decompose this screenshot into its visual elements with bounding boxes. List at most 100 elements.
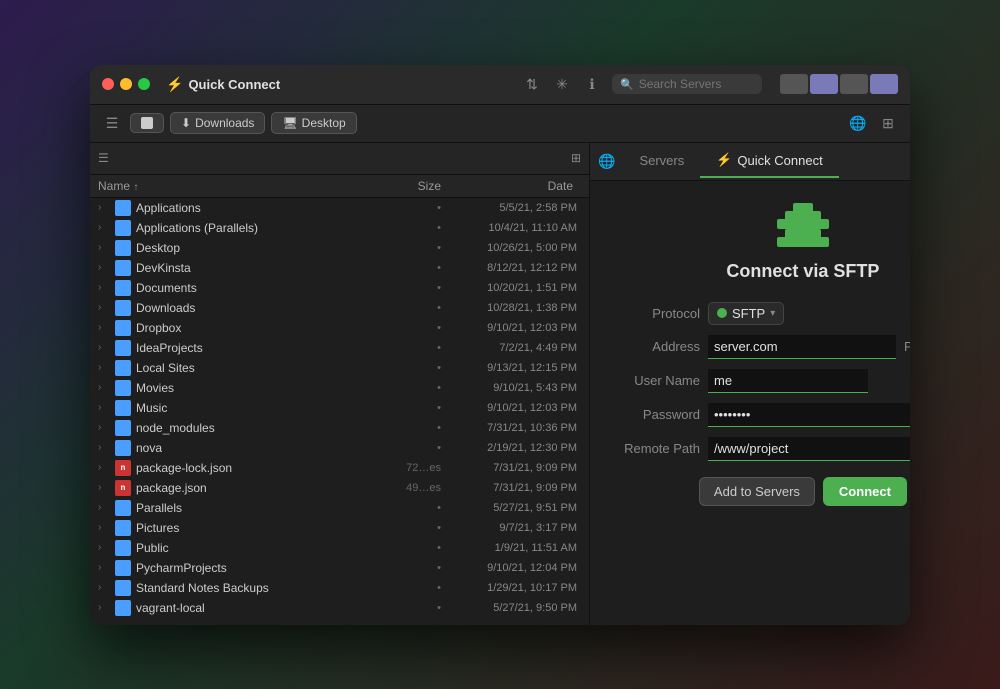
snowflake-icon[interactable]: ✳ — [552, 76, 572, 93]
row-chevron-icon: › — [98, 482, 110, 493]
file-list[interactable]: ›Applications•5/5/21, 2:58 PM›Applicatio… — [90, 198, 589, 625]
list-item[interactable]: ›Downloads•10/28/21, 1:38 PM — [90, 298, 589, 318]
list-item[interactable]: ›Dropbox•9/10/21, 12:03 PM — [90, 318, 589, 338]
file-list-icon[interactable]: ☰ — [98, 151, 109, 165]
file-date: 9/10/21, 12:03 PM — [441, 322, 581, 334]
sftp-content: Connect via SFTP Protocol SFTP ▾ Address — [590, 181, 910, 625]
downloads-button[interactable]: ⬇ Downloads — [170, 112, 265, 134]
path-input[interactable] — [115, 151, 565, 165]
file-date: 5/27/21, 9:50 PM — [441, 602, 581, 614]
list-item[interactable]: ›PycharmProjects•9/10/21, 12:04 PM — [90, 558, 589, 578]
list-item[interactable]: ›Standard Notes Backups•1/29/21, 10:17 P… — [90, 578, 589, 598]
row-chevron-icon: › — [98, 262, 110, 273]
address-input[interactable] — [708, 335, 896, 359]
list-item[interactable]: ›Public•1/9/21, 11:51 AM — [90, 538, 589, 558]
file-name: Downloads — [136, 301, 381, 315]
row-chevron-icon: › — [98, 602, 110, 613]
file-size: • — [381, 402, 441, 414]
add-to-servers-button[interactable]: Add to Servers — [699, 477, 815, 506]
list-item[interactable]: ›node_modules•7/31/21, 10:36 PM — [90, 418, 589, 438]
list-item[interactable]: ›npackage-lock.json72…es7/31/21, 9:09 PM — [90, 458, 589, 478]
tab-quick-connect[interactable]: ⚡ Quick Connect — [700, 144, 838, 178]
file-date: 9/10/21, 12:03 PM — [441, 402, 581, 414]
file-name: PycharmProjects — [136, 561, 381, 575]
file-date: 1/29/21, 10:17 PM — [441, 582, 581, 594]
file-grid-icon[interactable]: ⊞ — [571, 151, 581, 165]
sftp-pane: 🌐 Servers ⚡ Quick Connect ⊞ — [590, 143, 910, 625]
connect-button[interactable]: Connect — [823, 477, 907, 506]
port-label: Port — [904, 339, 910, 354]
list-item[interactable]: ›Pictures•9/7/21, 3:17 PM — [90, 518, 589, 538]
search-input[interactable] — [639, 77, 754, 91]
search-box[interactable]: 🔍 — [612, 74, 762, 94]
list-view-icon[interactable]: ☰ — [100, 115, 124, 132]
list-item[interactable]: ›Parallels•5/27/21, 9:51 PM — [90, 498, 589, 518]
active-tab-btn[interactable] — [130, 113, 164, 133]
servers-tab-label: Servers — [639, 153, 684, 168]
globe-toolbar-icon[interactable]: 🌐 — [846, 115, 870, 132]
file-size: • — [381, 282, 441, 294]
protocol-dot — [717, 308, 727, 318]
minimize-button[interactable] — [120, 78, 132, 90]
maximize-button[interactable] — [138, 78, 150, 90]
password-input[interactable] — [708, 403, 910, 427]
tab-thumb-3[interactable] — [840, 74, 868, 94]
file-size: • — [381, 342, 441, 354]
file-size: • — [381, 602, 441, 614]
quick-connect-icon: ⚡ — [716, 152, 732, 168]
list-item[interactable]: ›nova•2/19/21, 12:30 PM — [90, 438, 589, 458]
list-item[interactable]: ›Applications (Parallels)•10/4/21, 11:10… — [90, 218, 589, 238]
file-size: • — [381, 362, 441, 374]
file-name: package-lock.json — [136, 461, 381, 475]
list-item[interactable]: ›Music•9/10/21, 12:03 PM — [90, 398, 589, 418]
username-input[interactable] — [708, 369, 868, 393]
list-item[interactable]: ›Movies•9/10/21, 5:43 PM — [90, 378, 589, 398]
sftp-logo — [775, 201, 831, 249]
file-size: • — [381, 262, 441, 274]
row-chevron-icon: › — [98, 302, 110, 313]
folder-icon — [115, 540, 131, 556]
list-item[interactable]: ›DevKinsta•8/12/21, 12:12 PM — [90, 258, 589, 278]
file-name: Parallels — [136, 501, 381, 515]
list-item[interactable]: ›Applications•5/5/21, 2:58 PM — [90, 198, 589, 218]
folder-icon — [115, 500, 131, 516]
folder-icon — [115, 380, 131, 396]
desktop-button[interactable]: 🖥 Desktop — [271, 112, 356, 134]
list-item[interactable]: ›vagrant-local•5/27/21, 9:50 PM — [90, 598, 589, 618]
list-item[interactable]: ›npackage.json49…es7/31/21, 9:09 PM — [90, 478, 589, 498]
row-chevron-icon: › — [98, 242, 110, 253]
col-date-header[interactable]: Date — [441, 179, 581, 193]
list-item[interactable]: ›Desktop•10/26/21, 5:00 PM — [90, 238, 589, 258]
tab-thumb-4[interactable] — [870, 74, 898, 94]
tab-servers[interactable]: Servers — [623, 145, 700, 178]
row-chevron-icon: › — [98, 562, 110, 573]
close-button[interactable] — [102, 78, 114, 90]
col-size-header[interactable]: Size — [381, 179, 441, 193]
search-icon: 🔍 — [620, 78, 634, 91]
list-item[interactable]: ›Documents•10/20/21, 1:51 PM — [90, 278, 589, 298]
col-name-header[interactable]: Name ↑ — [98, 179, 381, 193]
file-date: 7/31/21, 10:36 PM — [441, 422, 581, 434]
password-row: Password 🔑 — [620, 403, 910, 427]
protocol-select[interactable]: SFTP ▾ — [708, 302, 784, 325]
list-item[interactable]: ›IdeaProjects•7/2/21, 4:49 PM — [90, 338, 589, 358]
file-size: • — [381, 422, 441, 434]
file-date: 7/2/21, 4:49 PM — [441, 342, 581, 354]
file-size: • — [381, 502, 441, 514]
file-name: Music — [136, 401, 381, 415]
protocol-value: SFTP — [732, 306, 765, 321]
tab-thumb-1[interactable] — [780, 74, 808, 94]
transfer-icon[interactable]: ⇅ — [522, 76, 542, 93]
toolbar: ☰ ⬇ Downloads 🖥 Desktop 🌐 ⊞ — [90, 105, 910, 143]
remote-path-input[interactable] — [708, 437, 910, 461]
remote-path-label: Remote Path — [620, 441, 700, 456]
grid-toolbar-icon[interactable]: ⊞ — [876, 115, 900, 132]
row-chevron-icon: › — [98, 542, 110, 553]
list-item[interactable]: ›Local Sites•9/13/21, 12:15 PM — [90, 358, 589, 378]
traffic-lights — [102, 78, 150, 90]
file-name: Desktop — [136, 241, 381, 255]
file-date: 10/20/21, 1:51 PM — [441, 282, 581, 294]
globe-icon: 🌐 — [598, 153, 615, 170]
info-icon[interactable]: ℹ — [582, 76, 602, 93]
tab-thumb-2[interactable] — [810, 74, 838, 94]
